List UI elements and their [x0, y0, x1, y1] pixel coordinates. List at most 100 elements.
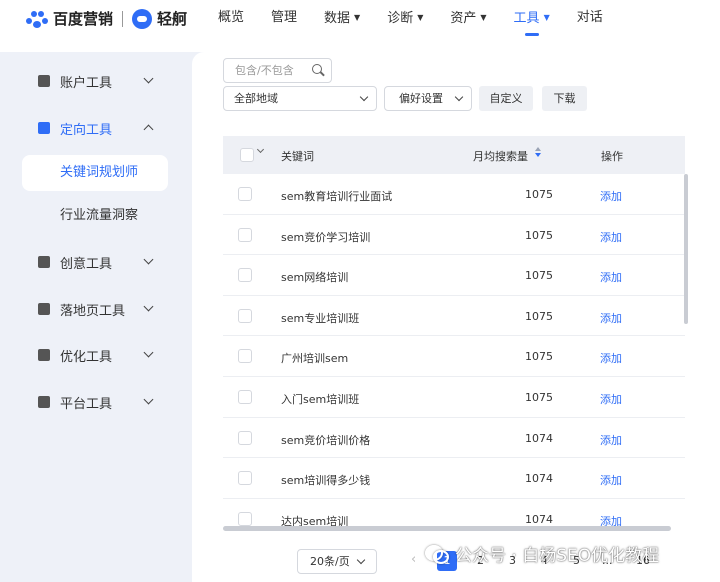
chevron-down-icon — [143, 301, 154, 312]
chevron-down-icon — [454, 92, 464, 102]
region-select[interactable]: 全部地域 — [223, 86, 377, 111]
keyword-cell: 入门sem培训班 — [281, 393, 360, 406]
nav-diagnosis[interactable]: 诊断 ▼ — [387, 8, 423, 36]
image-icon — [38, 256, 50, 268]
nav-data[interactable]: 数据 ▼ — [324, 8, 360, 36]
volume-cell: 1074 — [525, 512, 553, 526]
row-checkbox[interactable] — [238, 187, 252, 201]
brand-divider — [122, 10, 124, 27]
row-checkbox[interactable] — [238, 349, 252, 364]
row-checkbox[interactable] — [238, 390, 252, 404]
volume-cell: 1075 — [525, 269, 553, 283]
keyword-cell: sem教育培训行业面试 — [281, 190, 393, 203]
row-checkbox[interactable] — [238, 268, 252, 283]
add-link[interactable]: 添加 — [600, 188, 622, 204]
preference-select[interactable]: 偏好设置 — [384, 86, 472, 111]
sidebar-item-optimization-tools[interactable]: 优化工具 — [38, 343, 168, 367]
brand-logo[interactable]: 百度营销 轻舸 — [26, 8, 187, 29]
keyword-cell: 广州培训sem — [281, 352, 349, 366]
volume-cell: 1075 — [525, 391, 553, 404]
keyword-cell: 达内sem培训 — [281, 514, 349, 526]
add-link[interactable]: 添加 — [600, 269, 622, 285]
product-name: 轻舸 — [157, 10, 188, 28]
add-link[interactable]: 添加 — [600, 432, 622, 448]
sidebar-item-landing-page-tools[interactable]: 落地页工具 — [38, 297, 168, 321]
product-logo-icon — [132, 8, 153, 29]
volume-cell: 1075 — [525, 188, 553, 201]
row-checkbox[interactable] — [238, 471, 252, 486]
chart-icon — [38, 349, 50, 361]
chevron-down-icon — [356, 555, 366, 565]
chevron-down-icon — [143, 254, 154, 265]
table-row: 达内sem培训 1074 添加 — [223, 499, 685, 526]
custom-button[interactable]: 自定义 — [479, 86, 533, 111]
row-checkbox[interactable] — [238, 430, 252, 445]
nav-overview[interactable]: 概览 — [218, 8, 244, 36]
nav-assets[interactable]: 资产 ▼ — [450, 8, 486, 36]
table-row: sem竞价培训价格 1074 添加 — [223, 418, 685, 459]
add-link[interactable]: 添加 — [600, 229, 622, 245]
volume-cell: 1075 — [525, 228, 553, 242]
sidebar-subitem-industry-insight[interactable]: 行业流量洞察 — [22, 198, 168, 234]
keyword-cell: sem竞价培训价格 — [281, 433, 371, 447]
sidebar-item-targeting-tools[interactable]: 定向工具 — [38, 116, 168, 140]
table-row: sem教育培训行业面试 1075 添加 — [223, 174, 685, 215]
search-input[interactable]: 包含/不包含 — [223, 58, 332, 83]
row-checkbox[interactable] — [238, 227, 252, 242]
nav-tools[interactable]: 工具 ▼ — [514, 8, 550, 36]
keyword-cell: sem网络培训 — [281, 271, 349, 285]
nav-manage[interactable]: 管理 — [271, 8, 297, 36]
row-checkbox[interactable] — [238, 308, 252, 323]
table-row: 入门sem培训班 1075 添加 — [223, 377, 685, 418]
keyword-cell: sem专业培训班 — [281, 311, 360, 325]
volume-cell: 1074 — [525, 431, 553, 445]
header-monthly-volume[interactable]: 月均搜索量 — [473, 148, 528, 164]
sort-icon[interactable] — [534, 146, 542, 160]
volume-cell: 1075 — [525, 350, 553, 364]
folder-icon — [38, 75, 50, 87]
volume-cell: 1075 — [525, 309, 553, 323]
caret-down-icon: ▼ — [417, 13, 424, 22]
prev-page-button[interactable]: ‹ — [411, 552, 416, 567]
volume-cell: 1074 — [525, 472, 553, 486]
chevron-down-icon — [143, 347, 154, 358]
horizontal-scrollbar[interactable] — [223, 526, 671, 531]
download-button[interactable]: 下载 — [542, 86, 587, 111]
keyword-cell: sem培训得多少钱 — [281, 474, 371, 488]
caret-down-icon: ▼ — [543, 13, 550, 22]
row-checkbox[interactable] — [238, 511, 252, 526]
add-link[interactable]: 添加 — [600, 350, 622, 366]
add-link[interactable]: 添加 — [600, 472, 622, 488]
caret-down-icon: ▼ — [480, 13, 487, 22]
top-bar: 百度营销 轻舸 概览 管理 数据 ▼ 诊断 ▼ 资产 ▼ 工具 ▼ 对话 — [0, 0, 720, 52]
baidu-paw-icon — [26, 10, 48, 28]
add-link[interactable]: 添加 — [600, 391, 622, 407]
select-all-checkbox[interactable] — [240, 148, 254, 162]
chevron-down-icon — [143, 73, 154, 84]
header-action: 操作 — [601, 150, 623, 163]
chevron-up-icon — [143, 124, 154, 135]
chevron-down-icon[interactable] — [256, 145, 265, 154]
table-row: 广州培训sem 1075 添加 — [223, 336, 685, 377]
table-header: 关键词 月均搜索量 操作 — [223, 136, 685, 174]
page-size-select[interactable]: 20条/页 — [297, 549, 377, 574]
sidebar-item-account-tools[interactable]: 账户工具 — [38, 69, 168, 93]
chevron-down-icon — [143, 394, 154, 405]
page-icon — [38, 303, 50, 315]
header-keyword: 关键词 — [281, 150, 314, 163]
table-row: sem网络培训 1075 添加 — [223, 255, 685, 296]
main-nav: 概览 管理 数据 ▼ 诊断 ▼ 资产 ▼ 工具 ▼ 对话 — [218, 8, 630, 36]
watermark: 公众号 · 白杨SEO优化教程 — [425, 538, 659, 568]
search-icon[interactable] — [312, 64, 324, 76]
sidebar-item-creative-tools[interactable]: 创意工具 — [38, 250, 168, 274]
table-body: sem教育培训行业面试 1075 添加 sem竞价学习培训 1075 添加 se… — [223, 174, 685, 526]
chevron-down-icon — [359, 92, 369, 102]
vertical-scrollbar[interactable] — [684, 174, 688, 324]
add-link[interactable]: 添加 — [600, 310, 622, 326]
sidebar-item-platform-tools[interactable]: 平台工具 — [38, 390, 168, 414]
wechat-icon — [425, 544, 449, 564]
add-link[interactable]: 添加 — [600, 513, 622, 526]
nav-chat[interactable]: 对话 — [577, 8, 603, 36]
sidebar-subitem-keyword-planner[interactable]: 关键词规划师 — [22, 155, 168, 191]
main-panel: 包含/不包含 全部地域 偏好设置 自定义 下载 关键词 月均搜索量 操作 sem… — [192, 52, 720, 582]
